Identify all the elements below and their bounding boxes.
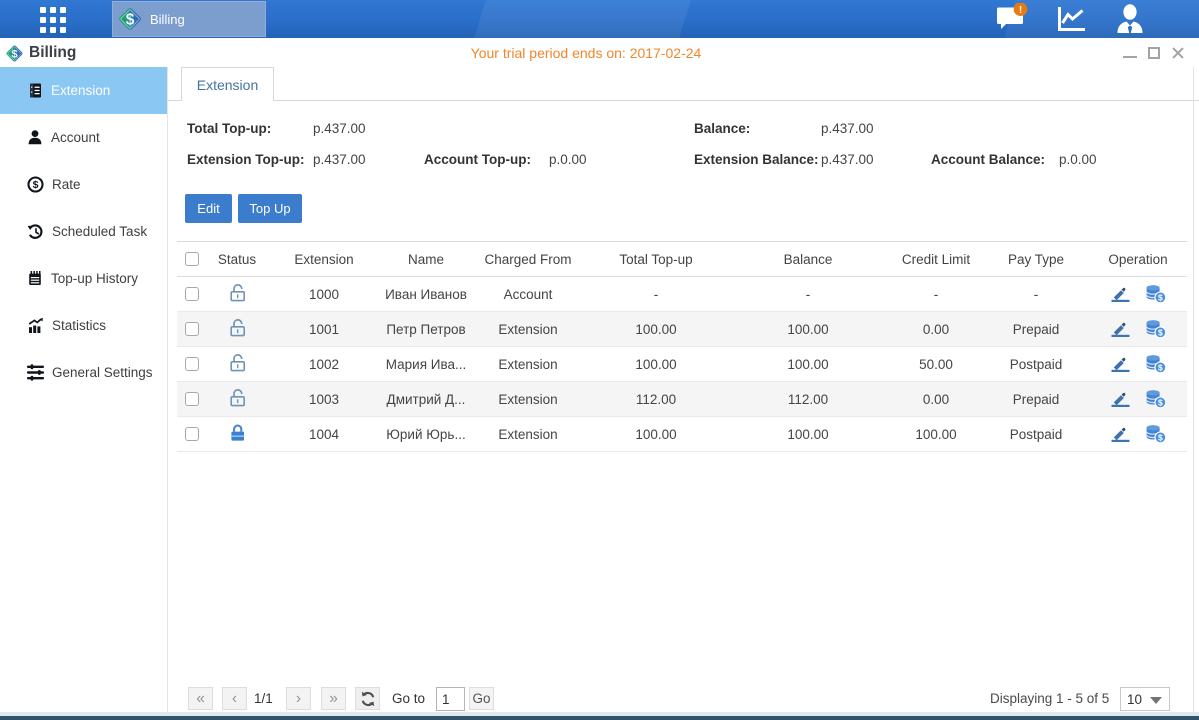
svg-text:$: $ bbox=[1158, 398, 1163, 408]
svg-text:$: $ bbox=[1158, 363, 1163, 373]
svg-text:$: $ bbox=[11, 49, 18, 61]
svg-text:$: $ bbox=[1158, 293, 1163, 303]
svg-text:!: ! bbox=[1019, 5, 1022, 16]
svg-text:$: $ bbox=[33, 179, 39, 191]
svg-text:$: $ bbox=[1158, 328, 1163, 338]
svg-text:$: $ bbox=[126, 12, 135, 29]
svg-text:$: $ bbox=[1158, 433, 1163, 443]
